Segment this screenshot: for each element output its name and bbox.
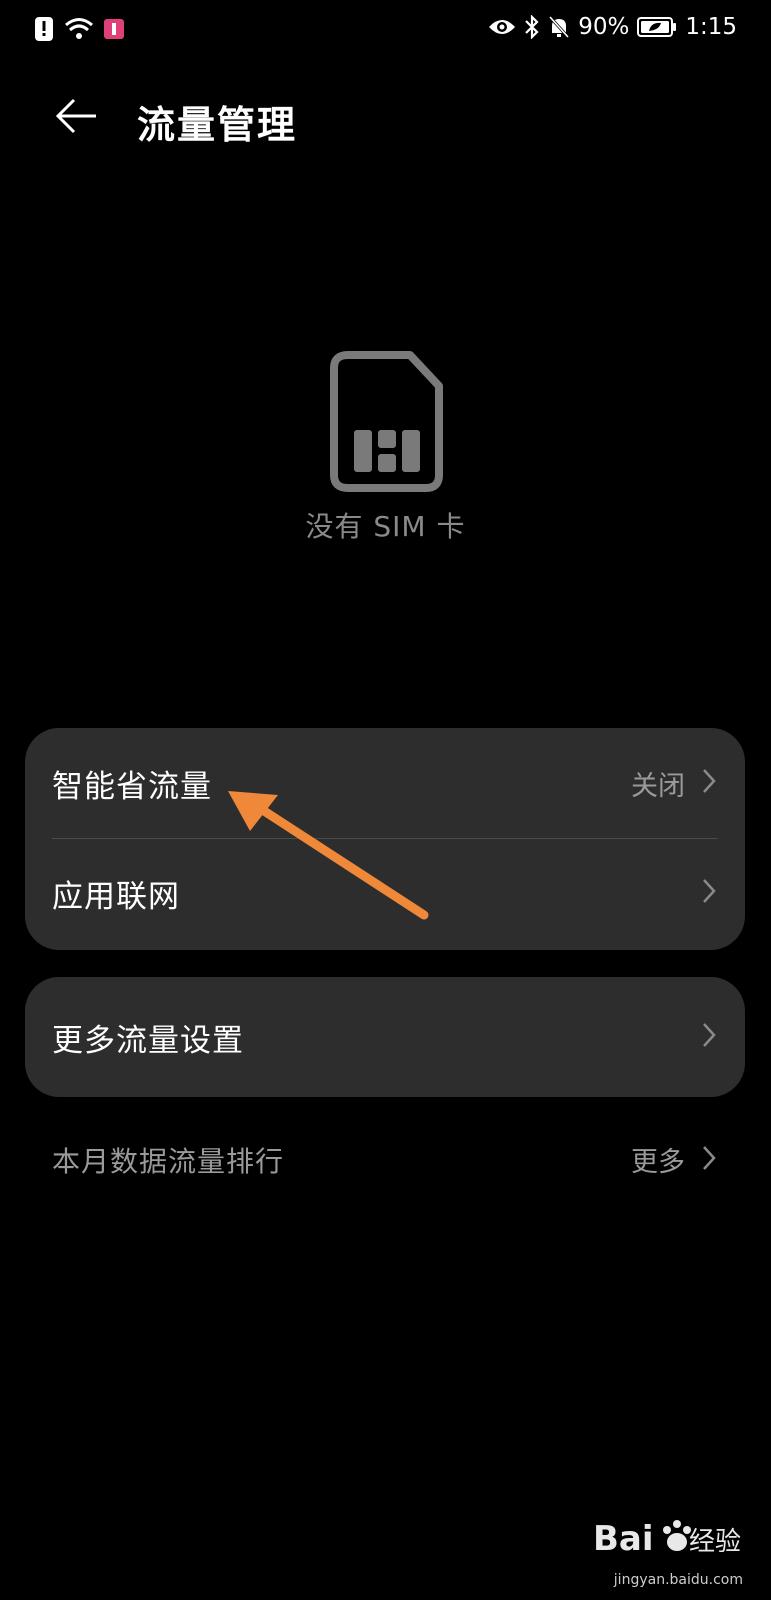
more-data-settings-row[interactable]: 更多流量设置 [25,977,745,1097]
header: 流量管理 [0,88,771,148]
baidu-jingyan-watermark: Bai 经验 jingyan.baidu.com [593,1508,743,1588]
watermark-url: jingyan.baidu.com [613,1572,743,1588]
battery-icon [637,16,677,38]
chevron-right-icon [701,1021,717,1053]
back-button[interactable] [52,96,100,140]
chevron-right-icon [701,877,717,909]
app-network-access-label: 应用联网 [52,878,180,915]
settings-card-primary: 智能省流量 关闭 应用联网 [25,728,745,950]
settings-card-secondary: 更多流量设置 [25,977,745,1097]
baidu-logo-icon: Bai 经验 [593,1519,741,1559]
page-title: 流量管理 [137,103,298,147]
status-bar: 90% 1:15 [0,0,771,60]
battery-percent: 90% [578,14,630,40]
monthly-data-ranking-label: 本月数据流量排行 [52,1145,285,1178]
status-bar-left [34,16,124,42]
no-sim-label: 没有 SIM 卡 [305,510,466,543]
svg-text:经验: 经验 [689,1527,741,1557]
more-data-settings-label: 更多流量设置 [52,1022,244,1059]
smart-data-saver-row[interactable]: 智能省流量 关闭 [25,728,745,838]
no-sim-panel: 没有 SIM 卡 [0,350,771,545]
back-arrow-icon [54,96,98,140]
app-notification-icon [104,17,124,41]
mute-bell-icon [548,15,570,39]
smart-data-saver-label: 智能省流量 [52,768,212,805]
monthly-data-ranking-row: 本月数据流量排行 更多 [25,1130,745,1190]
sim-card-icon [329,351,443,492]
chevron-right-icon[interactable] [701,1144,717,1176]
app-network-access-row[interactable]: 应用联网 [25,838,745,948]
chevron-right-icon [701,767,717,799]
eye-icon [488,17,516,37]
more-link[interactable]: 更多 [631,1140,685,1179]
bluetooth-icon [524,15,540,39]
clock: 1:15 [685,14,737,40]
status-bar-right: 90% 1:15 [488,14,737,40]
smart-data-saver-status: 关闭 [631,770,685,802]
wifi-icon [64,17,94,41]
alert-icon [34,16,54,42]
svg-text:Bai: Bai [593,1519,654,1559]
